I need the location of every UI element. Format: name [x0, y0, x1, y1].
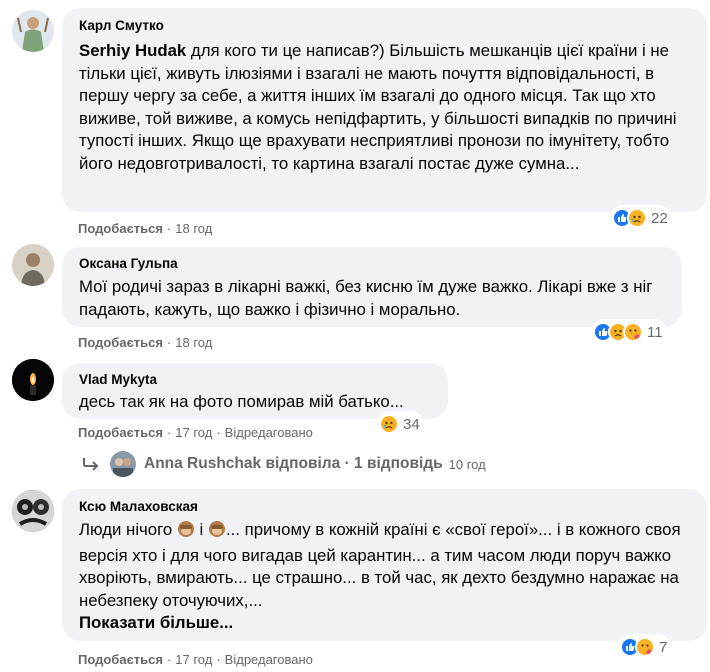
separator: · [166, 425, 172, 440]
reaction-count: 34 [403, 415, 420, 433]
comment-meta: Подобається · 18 год [78, 335, 212, 350]
view-replies-link[interactable]: Anna Rushchak відповіла · 1 відповідь 10… [82, 451, 486, 477]
separator: · [216, 425, 221, 440]
sad-reaction-icon [379, 414, 399, 434]
comment-meta: Подобається · 18 год [78, 221, 212, 236]
reactions-summary[interactable]: 7 [618, 634, 672, 660]
avatar[interactable] [12, 244, 54, 286]
comment-text: Люди нічого і ... причому в кожній країн… [79, 520, 681, 632]
reactions-summary[interactable]: 11 [591, 319, 667, 345]
avatar[interactable] [12, 10, 54, 52]
comment-time[interactable]: 18 год [175, 221, 212, 236]
comment-time[interactable]: 17 год [175, 425, 212, 440]
edited-label[interactable]: Відредаговано [225, 425, 313, 440]
separator: · [166, 335, 172, 350]
comment-time[interactable]: 17 год [175, 652, 212, 667]
reactions-summary[interactable]: 34 [377, 411, 424, 437]
care-reaction-icon [635, 637, 655, 657]
like-button[interactable]: Подобається [78, 221, 163, 236]
edited-label[interactable]: Відредаговано [225, 652, 313, 667]
mention-link[interactable]: Serhiy Hudak [79, 41, 186, 60]
sad-reaction-icon [627, 208, 647, 228]
see-no-evil-monkey-icon [208, 520, 226, 545]
comment-time[interactable]: 18 год [175, 335, 212, 350]
like-button[interactable]: Подобається [78, 652, 163, 667]
comment-meta: Подобається · 17 год · Відредаговано [78, 425, 313, 440]
comment-text: Мої родичі зараз в лікарні важкі, без ки… [79, 277, 653, 319]
comment-meta: Подобається · 17 год · Відредаговано [78, 652, 313, 667]
see-no-evil-monkey-icon [177, 520, 195, 545]
comment-author[interactable]: Ксю Малаховская [79, 499, 198, 514]
reply-author-avatar [110, 451, 136, 477]
reply-time: 10 год [448, 456, 486, 472]
reactions-summary[interactable]: 22 [610, 205, 672, 231]
avatar[interactable] [12, 359, 54, 401]
comment-author[interactable]: Карл Смутко [79, 18, 164, 33]
show-more-link[interactable]: Показати більше... [79, 613, 233, 632]
separator: · [166, 652, 172, 667]
reply-summary[interactable]: Anna Rushchak відповіла · 1 відповідь [144, 455, 443, 473]
reaction-count: 7 [659, 638, 668, 656]
comment-text: Serhiy Hudak для кого ти це написав?) Бі… [79, 41, 677, 173]
reply-arrow-icon [83, 458, 99, 471]
separator: · [166, 221, 172, 236]
comment-author[interactable]: Оксана Гульпа [79, 256, 178, 271]
reaction-count: 22 [651, 209, 668, 227]
like-button[interactable]: Подобається [78, 335, 163, 350]
avatar[interactable] [12, 490, 54, 532]
like-button[interactable]: Подобається [78, 425, 163, 440]
care-reaction-icon [623, 322, 643, 342]
separator: · [216, 652, 221, 667]
comment-author[interactable]: Vlad Mykyta [79, 372, 157, 387]
reaction-count: 11 [647, 323, 663, 341]
